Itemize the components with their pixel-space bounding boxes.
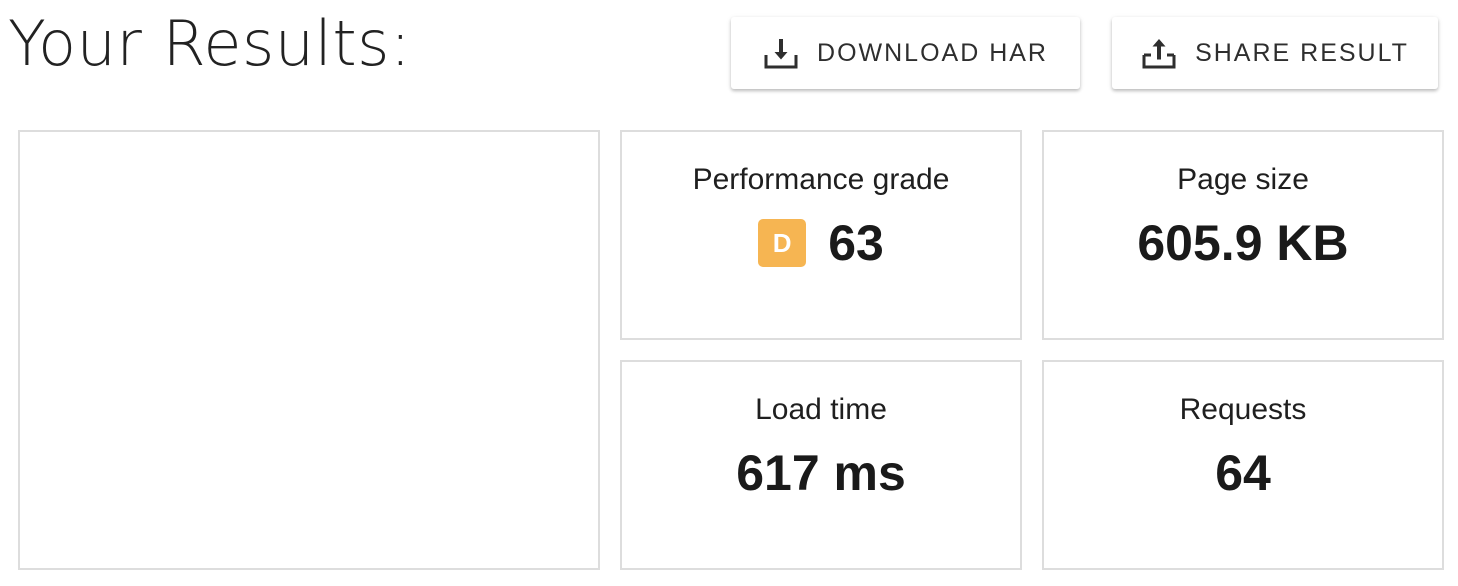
requests-label: Requests xyxy=(1179,393,1307,426)
page-size-card: Page size 605.9 KB xyxy=(1042,130,1444,340)
share-result-label: SHARE RESULT xyxy=(1195,38,1409,67)
load-time-card: Load time 617 ms xyxy=(620,360,1022,570)
performance-grade-value-row: D 63 xyxy=(758,214,884,272)
page-size-value-row: 605.9 KB xyxy=(1137,214,1348,272)
load-time-value-row: 617 ms xyxy=(736,444,906,502)
requests-value: 64 xyxy=(1215,445,1271,501)
share-icon xyxy=(1141,35,1177,71)
share-result-button[interactable]: SHARE RESULT xyxy=(1112,17,1438,89)
grade-badge: D xyxy=(758,219,807,267)
performance-score: 63 xyxy=(828,215,884,271)
load-time-value: 617 ms xyxy=(736,445,906,501)
download-har-label: DOWNLOAD HAR xyxy=(817,38,1048,67)
load-time-label: Load time xyxy=(755,393,887,426)
download-icon xyxy=(763,35,799,71)
page-screenshot-panel xyxy=(18,130,600,570)
requests-value-row: 64 xyxy=(1215,444,1271,502)
requests-card: Requests 64 xyxy=(1042,360,1444,570)
page-size-label: Page size xyxy=(1177,163,1309,196)
download-har-button[interactable]: DOWNLOAD HAR xyxy=(731,17,1080,89)
page-title: Your Results: xyxy=(8,7,412,80)
page-size-value: 605.9 KB xyxy=(1137,215,1349,271)
performance-grade-card: Performance grade D 63 xyxy=(620,130,1022,340)
performance-grade-label: Performance grade xyxy=(692,163,950,196)
